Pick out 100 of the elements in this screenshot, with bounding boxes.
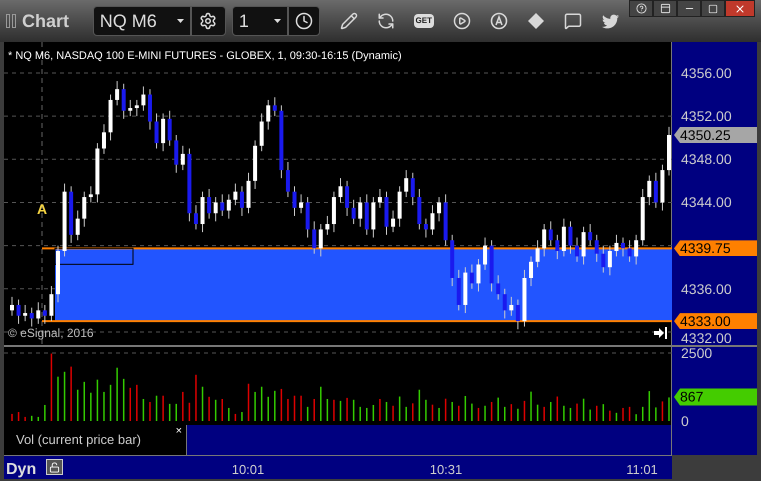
candlestick	[654, 172, 658, 208]
price-tick: 4356.00	[681, 64, 732, 81]
candlestick	[207, 188, 212, 220]
symbol-dropdown[interactable]: NQ M6	[92, 6, 191, 36]
price-tick: 4336.00	[681, 280, 732, 297]
candlestick	[634, 234, 638, 265]
candlestick	[516, 299, 520, 330]
volume-marker: 867	[674, 388, 757, 406]
candlestick	[621, 237, 626, 257]
candlestick	[601, 245, 606, 274]
candlestick	[180, 145, 185, 171]
candlestick	[312, 220, 316, 254]
price-tick: 4348.00	[681, 151, 732, 168]
time-label: 10:31	[430, 461, 462, 479]
candlestick	[628, 240, 632, 262]
lock-icon	[46, 459, 63, 475]
candlestick	[292, 186, 297, 216]
get-button[interactable]: GET	[414, 14, 434, 28]
candlestick	[128, 99, 132, 117]
close-button[interactable]: ×	[176, 425, 182, 437]
settings-button[interactable]	[190, 6, 226, 36]
volume-tick: 2500	[681, 345, 712, 362]
candlestick	[378, 188, 382, 208]
candlestick	[352, 199, 356, 225]
candlestick	[424, 218, 428, 238]
grip-icon	[6, 14, 16, 28]
volume-tick: 0	[681, 413, 689, 429]
candlestick	[10, 296, 14, 316]
legend-label: Vol (current price bar)	[16, 431, 141, 450]
candlestick	[410, 172, 415, 206]
candlestick	[358, 196, 362, 228]
candlestick	[134, 99, 139, 117]
maximize-button[interactable]	[701, 0, 725, 17]
candlestick	[299, 194, 304, 214]
window-icon	[660, 3, 670, 14]
candlestick	[318, 224, 323, 257]
help-icon	[636, 3, 646, 14]
candlestick	[286, 161, 290, 198]
candlestick	[272, 96, 277, 117]
price-marker: 4350.25	[674, 127, 757, 143]
interval-dropdown[interactable]: 1	[232, 6, 288, 36]
candlestick	[483, 237, 488, 270]
close-icon	[734, 2, 746, 14]
clock-icon	[294, 12, 313, 30]
candlestick	[437, 196, 442, 222]
candlestick	[608, 245, 612, 276]
candlestick	[23, 304, 28, 322]
candlestick	[404, 170, 408, 198]
candlestick	[226, 194, 231, 220]
close-button[interactable]	[725, 0, 755, 17]
candlestick	[588, 224, 592, 246]
candlestick	[240, 186, 244, 216]
price-tick: 4352.00	[681, 108, 732, 124]
candlestick	[575, 237, 580, 262]
price-tick: 4344.00	[681, 194, 732, 210]
candlestick	[476, 258, 480, 292]
scroll-end-icon	[654, 327, 668, 339]
clock-button[interactable]	[288, 6, 320, 36]
candlestick	[76, 210, 80, 241]
candlestick	[647, 174, 652, 206]
candlestick	[82, 191, 86, 228]
price-tick: 4332.00	[681, 330, 732, 346]
candlestick	[614, 234, 618, 257]
candlestick	[548, 220, 553, 246]
maximize-icon	[708, 4, 718, 14]
candlestick	[509, 296, 514, 316]
time-label: 11:01	[626, 461, 658, 479]
candlestick	[168, 110, 172, 146]
candlestick	[214, 196, 218, 222]
time-label: 10:01	[232, 461, 264, 479]
help-button[interactable]	[629, 0, 653, 17]
candlestick	[154, 112, 159, 150]
candlestick	[568, 220, 572, 254]
candlestick	[266, 99, 270, 130]
candlestick	[36, 302, 40, 324]
restore-button[interactable]	[653, 0, 677, 17]
candlestick	[594, 234, 599, 262]
candlestick	[496, 274, 500, 300]
candlestick	[49, 286, 54, 322]
candlestick	[233, 183, 238, 206]
candlestick	[102, 124, 106, 154]
mode-label: Dyn	[6, 460, 36, 480]
price-marker: 4333.00	[674, 313, 757, 330]
candlestick	[536, 240, 540, 268]
candlestick	[325, 215, 330, 236]
candlestick	[338, 178, 342, 203]
candlestick	[502, 288, 507, 319]
candlestick	[542, 224, 546, 257]
caret-icon	[176, 19, 184, 23]
candlestick	[430, 204, 434, 236]
candlestick	[141, 86, 146, 112]
candlestick	[30, 307, 34, 328]
candlestick	[115, 80, 120, 106]
chart-title: * NQ M6, NASDAQ 100 E-MINI FUTURES - GLOBEX, 1, 09:30-16:15 (Dynamic)	[8, 49, 402, 64]
candlestick	[16, 299, 21, 324]
copyright-text: © eSignal, 2016	[8, 326, 94, 340]
candlestick	[194, 204, 198, 230]
price-marker: 4339.75	[674, 240, 757, 256]
candlestick	[391, 210, 396, 233]
caret-icon	[274, 19, 281, 23]
